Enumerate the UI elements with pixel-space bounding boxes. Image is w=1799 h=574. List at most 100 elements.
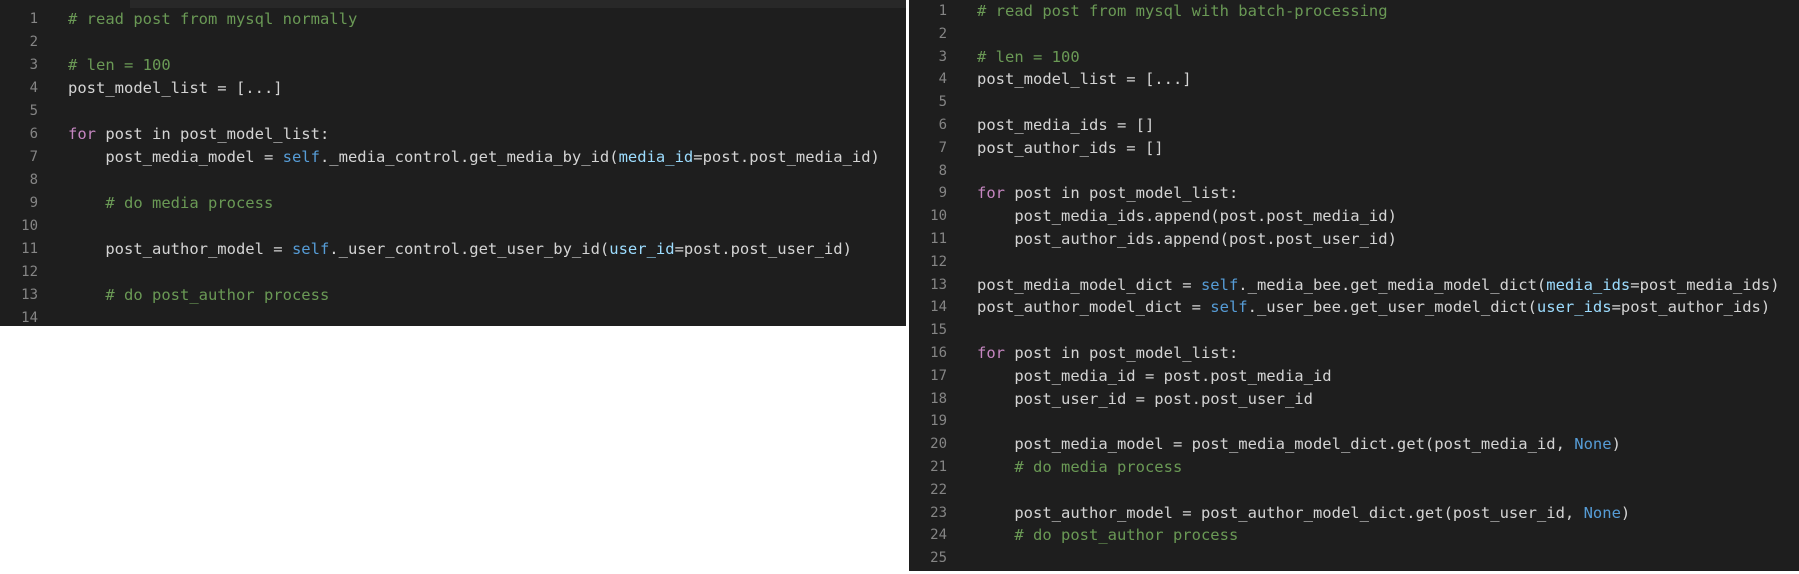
- code-text: post_author_ids = []: [977, 137, 1164, 159]
- code-line[interactable]: 12: [0, 261, 906, 283]
- code-line[interactable]: 20 post_media_model = post_media_model_d…: [909, 433, 1799, 455]
- code-token: media_ids: [1546, 275, 1631, 294]
- code-token: # read post from mysql with batch-proces…: [977, 2, 1388, 20]
- code-line[interactable]: 6 post_media_ids = []: [909, 114, 1799, 136]
- code-token: # do post_author process: [68, 286, 330, 304]
- code-token: post_media_model =: [68, 148, 283, 166]
- line-number: 4: [29, 80, 38, 96]
- code-line[interactable]: 1 # read post from mysql normally: [0, 8, 906, 30]
- code-line[interactable]: 17 post_media_id = post.post_media_id: [909, 365, 1799, 387]
- code-token: # len = 100: [68, 56, 171, 74]
- code-line[interactable]: 9 for post in post_model_list:: [909, 182, 1799, 204]
- code-text: for post in post_model_list:: [68, 123, 329, 145]
- line-number: 7: [938, 139, 947, 156]
- code-line[interactable]: 5: [0, 100, 906, 122]
- code-line[interactable]: 16 for post in post_model_list:: [909, 342, 1799, 364]
- code-line[interactable]: 18 post_user_id = post.post_user_id: [909, 388, 1799, 410]
- code-token: for: [977, 344, 1005, 362]
- code-token: post_author_model =: [68, 240, 292, 258]
- code-line[interactable]: 8: [0, 169, 906, 191]
- code-text: # do media process: [68, 192, 273, 214]
- code-line[interactable]: 11 post_author_ids.append(post.post_user…: [909, 228, 1799, 250]
- line-number: 23: [930, 504, 947, 521]
- code-text: for post in post_model_list:: [977, 182, 1238, 204]
- code-line[interactable]: 7 post_author_ids = []: [909, 137, 1799, 159]
- code-text: post_media_model = self._media_control.g…: [68, 146, 880, 168]
- line-number: 9: [938, 185, 947, 202]
- code-token: post_user_id = post.post_user_id: [977, 389, 1313, 408]
- code-token: self: [1210, 298, 1248, 317]
- code-editor-right[interactable]: 1 # read post from mysql with batch-proce…: [909, 0, 1799, 571]
- code-token: # read post from mysql normally: [68, 10, 358, 28]
- line-number: 13: [930, 276, 947, 293]
- current-line-highlight: [130, 0, 906, 8]
- code-line[interactable]: 6 for post in post_model_list:: [0, 123, 906, 145]
- code-line[interactable]: 3 # len = 100: [0, 54, 906, 76]
- code-token: user_ids: [1536, 298, 1612, 317]
- code-line[interactable]: 11 post_author_model = self._user_contro…: [0, 238, 906, 260]
- code-line[interactable]: 2: [0, 31, 906, 53]
- line-number: 4: [938, 71, 947, 88]
- code-token: post in post_model_list:: [1005, 344, 1239, 362]
- line-number: 9: [29, 195, 38, 211]
- code-line[interactable]: 3 # len = 100: [909, 46, 1799, 68]
- line-number: 1: [938, 3, 947, 19]
- line-number: 6: [938, 117, 947, 133]
- code-line[interactable]: 1 # read post from mysql with batch-proce…: [909, 0, 1799, 22]
- line-number: 16: [930, 345, 947, 361]
- code-line[interactable]: 7 post_media_model = self._media_control…: [0, 146, 906, 168]
- code-token: # do post_author process: [977, 526, 1239, 545]
- code-token: None: [1583, 503, 1621, 522]
- code-token: # len = 100: [977, 47, 1080, 66]
- code-line[interactable]: 13 post_media_model_dict = self._media_be…: [909, 274, 1799, 296]
- code-line[interactable]: 10 post_media_ids.append(post.post_media…: [909, 205, 1799, 227]
- code-line[interactable]: 21 # do media process: [909, 456, 1799, 478]
- code-token: ._media_bee.get_media_model_dict(: [1238, 275, 1547, 294]
- code-line[interactable]: 14 post_author_model_dict = self._user_be…: [909, 296, 1799, 318]
- code-text: post_media_model_dict = self._media_bee.…: [977, 274, 1780, 296]
- code-text: post_media_ids.append(post.post_media_id…: [977, 205, 1397, 227]
- code-line[interactable]: 22: [909, 479, 1799, 501]
- line-number: 2: [29, 34, 38, 50]
- code-token: # do media process: [977, 458, 1183, 476]
- code-line[interactable]: 4 post_model_list = [...]: [0, 77, 906, 99]
- line-number: 11: [930, 231, 947, 247]
- line-number: 10: [930, 208, 947, 225]
- code-line[interactable]: 9 # do media process: [0, 192, 906, 214]
- code-token: None: [1574, 435, 1612, 454]
- code-line[interactable]: 5: [909, 91, 1799, 113]
- code-line[interactable]: 10: [0, 215, 906, 237]
- code-token: self: [291, 240, 330, 258]
- line-number: 10: [21, 218, 38, 234]
- line-number: 6: [29, 126, 38, 142]
- code-line[interactable]: 12: [909, 251, 1799, 273]
- code-editor-left[interactable]: 1 # read post from mysql normally 2 3 # len …: [0, 0, 906, 326]
- code-text: post_user_id = post.post_user_id: [977, 388, 1313, 410]
- line-number: 2: [938, 25, 947, 42]
- code-token: =post_author_ids): [1611, 298, 1771, 317]
- code-text: post_media_ids = []: [977, 114, 1154, 136]
- code-line[interactable]: 24 # do post_author process: [909, 524, 1799, 546]
- code-token: post in post_model_list:: [96, 125, 330, 143]
- code-token: ._user_control.get_user_by_id(: [329, 240, 610, 258]
- line-number: 11: [21, 241, 38, 257]
- code-line[interactable]: 25: [909, 547, 1799, 569]
- code-line[interactable]: 19: [909, 410, 1799, 432]
- code-text: post_author_ids.append(post.post_user_id…: [977, 228, 1397, 250]
- code-text: post_model_list = [...]: [977, 68, 1192, 90]
- line-number: 20: [930, 436, 947, 453]
- code-token: post in post_model_list:: [1005, 184, 1239, 203]
- code-text: # do post_author process: [977, 524, 1238, 546]
- code-line[interactable]: 2: [909, 23, 1799, 45]
- code-text: # len = 100: [977, 46, 1080, 68]
- code-line[interactable]: 15: [909, 319, 1799, 341]
- code-text: for post in post_model_list:: [977, 342, 1238, 364]
- code-line[interactable]: 8: [909, 160, 1799, 182]
- code-token: post_model_list = [...]: [977, 70, 1192, 89]
- code-line[interactable]: 23 post_author_model = post_author_model…: [909, 502, 1799, 524]
- code-token: post_media_ids = []: [977, 116, 1155, 134]
- code-line[interactable]: 14: [0, 307, 906, 329]
- code-line[interactable]: 4 post_model_list = [...]: [909, 68, 1799, 90]
- line-number: 14: [930, 299, 947, 316]
- code-line[interactable]: 13 # do post_author process: [0, 284, 906, 306]
